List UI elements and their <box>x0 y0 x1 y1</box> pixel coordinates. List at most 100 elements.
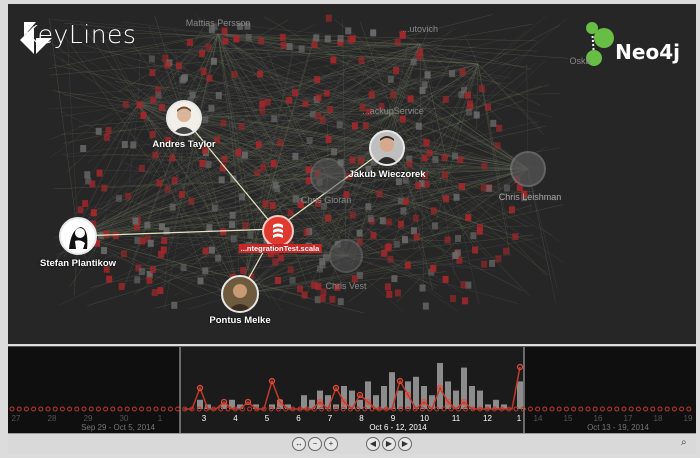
file-node[interactable] <box>325 14 332 22</box>
file-node[interactable] <box>241 151 248 159</box>
file-node[interactable] <box>260 163 267 171</box>
file-node[interactable] <box>149 131 156 139</box>
file-node[interactable] <box>269 202 276 210</box>
file-node[interactable] <box>330 56 337 64</box>
file-node[interactable] <box>77 206 84 214</box>
file-node[interactable] <box>393 66 400 74</box>
file-node[interactable] <box>287 266 294 274</box>
file-node[interactable] <box>462 297 469 305</box>
file-node[interactable] <box>101 184 108 192</box>
file-node[interactable] <box>311 281 318 289</box>
file-node[interactable] <box>303 228 310 236</box>
file-node[interactable] <box>222 37 229 45</box>
file-node[interactable] <box>156 179 163 187</box>
file-node[interactable] <box>457 156 464 164</box>
file-node[interactable] <box>258 37 265 45</box>
file-node[interactable] <box>274 277 281 285</box>
file-node[interactable] <box>430 207 437 215</box>
file-node[interactable] <box>118 282 125 290</box>
file-node[interactable] <box>101 247 108 255</box>
file-node[interactable] <box>315 94 322 102</box>
file-node[interactable] <box>208 246 215 254</box>
step-back-icon[interactable]: ◀ <box>366 437 380 451</box>
file-node[interactable] <box>169 203 176 211</box>
file-node[interactable] <box>421 154 428 162</box>
file-node[interactable] <box>379 217 386 225</box>
file-node[interactable] <box>287 209 294 217</box>
histogram-bar[interactable] <box>517 381 523 409</box>
file-node[interactable] <box>431 222 438 230</box>
file-node[interactable] <box>331 148 338 156</box>
file-node[interactable] <box>105 126 112 134</box>
file-node[interactable] <box>410 58 417 66</box>
file-node[interactable] <box>247 231 254 239</box>
file-node[interactable] <box>257 70 264 78</box>
histogram-bar[interactable] <box>421 386 427 409</box>
file-node[interactable] <box>199 159 206 167</box>
file-node[interactable] <box>495 255 502 263</box>
file-node[interactable] <box>441 154 448 162</box>
file-node[interactable] <box>319 294 326 302</box>
file-node[interactable] <box>254 169 261 177</box>
file-node[interactable] <box>357 157 364 165</box>
file-node[interactable] <box>387 75 394 83</box>
file-node[interactable] <box>404 261 411 269</box>
avatar-jakub-wieczorek[interactable] <box>369 130 405 166</box>
file-node[interactable] <box>432 156 439 164</box>
file-node[interactable] <box>211 204 218 212</box>
file-node[interactable] <box>450 295 457 303</box>
file-node[interactable] <box>385 218 392 226</box>
file-node[interactable] <box>271 115 278 123</box>
file-node[interactable] <box>138 164 145 172</box>
file-node[interactable] <box>221 27 228 35</box>
file-node[interactable] <box>324 35 331 43</box>
file-node[interactable] <box>186 38 193 46</box>
file-node[interactable] <box>80 145 87 153</box>
file-node[interactable] <box>327 105 334 113</box>
file-node[interactable] <box>277 254 284 262</box>
file-node[interactable] <box>292 89 299 97</box>
file-node[interactable] <box>233 35 240 43</box>
histogram-bar[interactable] <box>381 386 387 409</box>
file-node[interactable] <box>169 154 176 162</box>
file-node[interactable] <box>297 285 304 293</box>
file-node[interactable] <box>202 116 209 124</box>
file-node[interactable] <box>125 192 132 200</box>
file-node[interactable] <box>164 61 171 69</box>
search-icon[interactable]: ⌕ <box>681 437 687 448</box>
file-node[interactable] <box>206 224 213 232</box>
file-node[interactable] <box>220 119 227 127</box>
file-node[interactable] <box>466 100 473 108</box>
file-node[interactable] <box>229 221 236 229</box>
file-node[interactable] <box>171 301 178 309</box>
file-node[interactable] <box>465 108 472 116</box>
file-node[interactable] <box>503 184 510 192</box>
file-node[interactable] <box>231 71 238 79</box>
file-node[interactable] <box>441 171 448 179</box>
file-node[interactable] <box>130 141 137 149</box>
file-node[interactable] <box>365 203 372 211</box>
file-node[interactable] <box>148 55 155 63</box>
file-node[interactable] <box>481 260 488 268</box>
file-node[interactable] <box>460 281 467 289</box>
file-node[interactable] <box>376 190 383 198</box>
file-node[interactable] <box>160 246 167 254</box>
avatar-stefan-plantikow[interactable] <box>59 217 97 255</box>
file-node[interactable] <box>325 214 332 222</box>
file-node[interactable] <box>458 183 465 191</box>
timebar[interactable]: Sep 29 - Oct 5, 2014 Oct 6 - 12, 2014 Oc… <box>8 346 696 454</box>
file-node[interactable] <box>421 81 428 89</box>
file-node[interactable] <box>349 156 356 164</box>
file-node[interactable] <box>410 227 417 235</box>
file-node[interactable] <box>215 254 222 262</box>
file-node[interactable] <box>424 71 431 79</box>
file-node[interactable] <box>387 255 394 263</box>
file-node[interactable] <box>221 155 228 163</box>
file-node[interactable] <box>490 119 497 127</box>
file-node[interactable] <box>485 103 492 111</box>
file-node[interactable] <box>407 95 414 103</box>
file-node[interactable] <box>286 43 293 51</box>
file-node[interactable] <box>220 228 227 236</box>
file-node[interactable] <box>149 69 156 77</box>
file-node[interactable] <box>349 211 356 219</box>
